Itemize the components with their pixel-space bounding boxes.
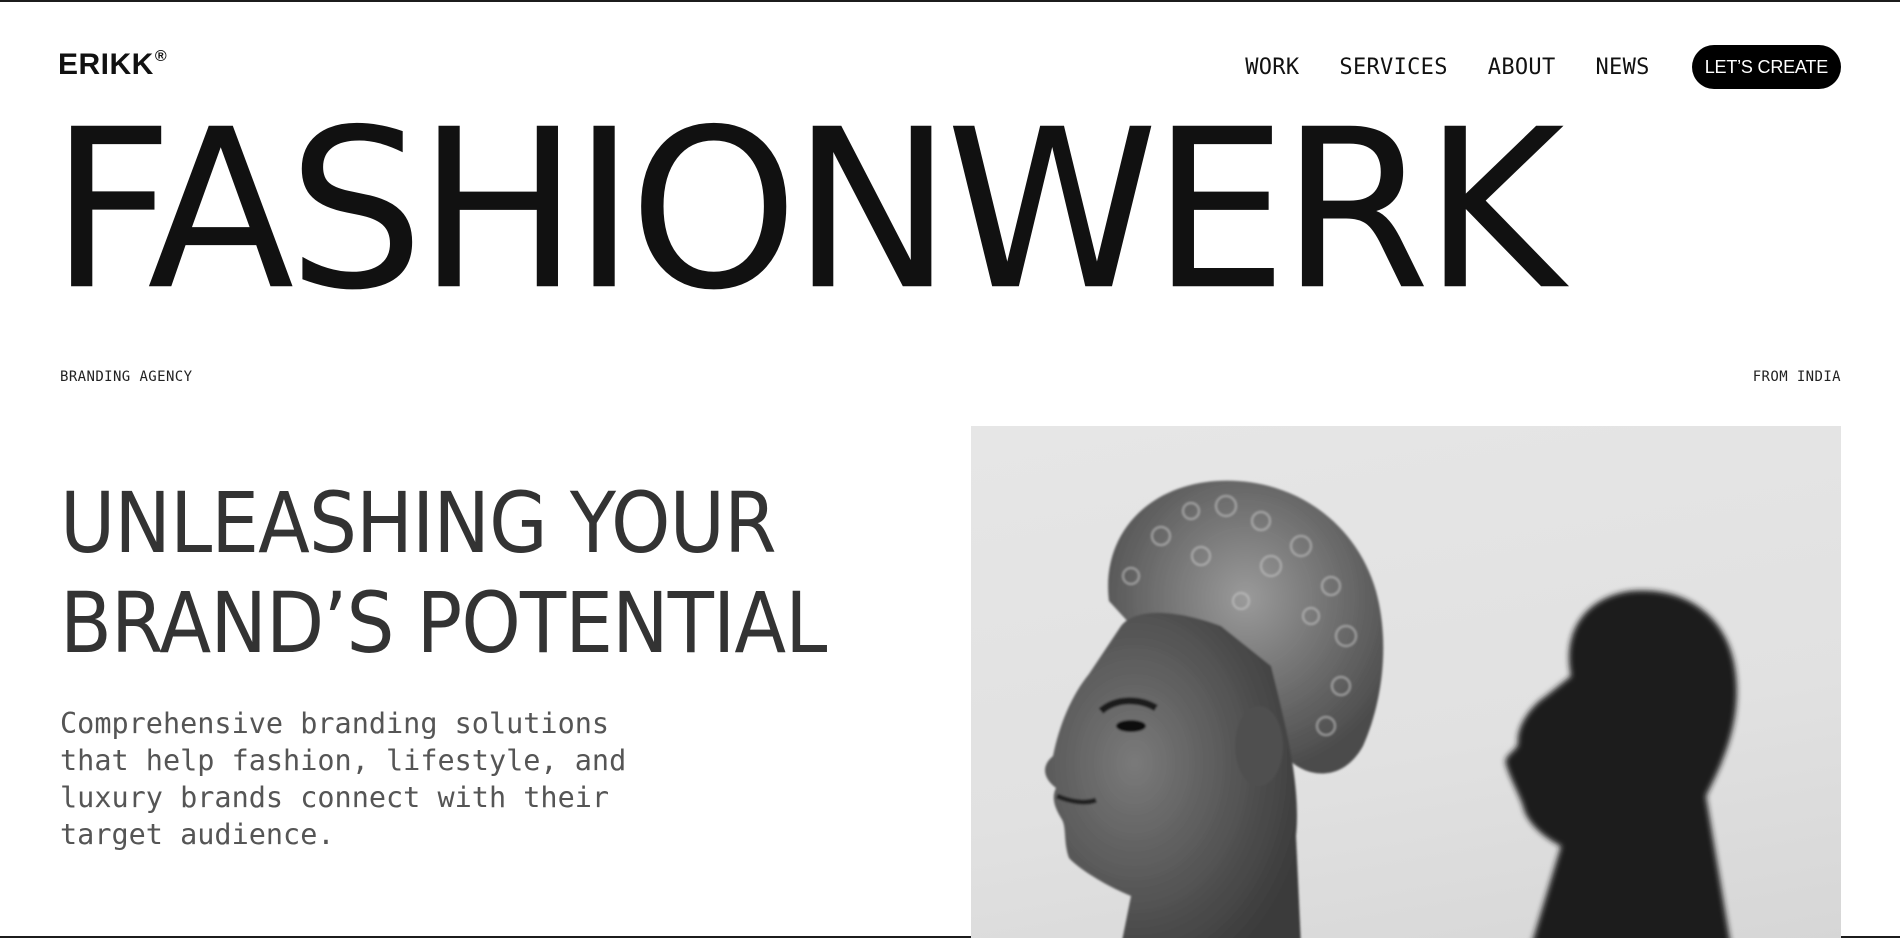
foreground-person xyxy=(1045,480,1384,938)
headline-line-1: UNLEASHING YOUR xyxy=(60,474,777,572)
brand-name: ERIKK xyxy=(58,48,154,81)
registered-mark: ® xyxy=(154,48,168,65)
hero-photo xyxy=(971,426,1841,938)
brand-logo[interactable]: ERIKK® xyxy=(58,48,167,82)
hero-wordmark: FASHIONWERK xyxy=(50,82,1565,339)
background-person xyxy=(1505,590,1737,938)
tagline-branding-agency: BRANDING AGENCY xyxy=(60,369,193,385)
tagline-location: FROM INDIA xyxy=(1752,369,1841,385)
nav-link-services[interactable]: SERVICES xyxy=(1339,55,1447,80)
section-headline: UNLEASHING YOUR BRAND’S POTENTIAL xyxy=(60,473,870,673)
nav-link-work[interactable]: WORK xyxy=(1245,55,1299,80)
headline-line-2: BRAND’S POTENTIAL xyxy=(60,574,827,672)
nav-link-news[interactable]: NEWS xyxy=(1596,55,1650,80)
intro-paragraph: Comprehensive branding solutions that he… xyxy=(60,707,627,851)
lets-create-button[interactable]: LET’S CREATE xyxy=(1691,45,1841,89)
nav-link-about[interactable]: ABOUT xyxy=(1488,55,1556,80)
hero-photo-illustration xyxy=(1045,480,1737,938)
